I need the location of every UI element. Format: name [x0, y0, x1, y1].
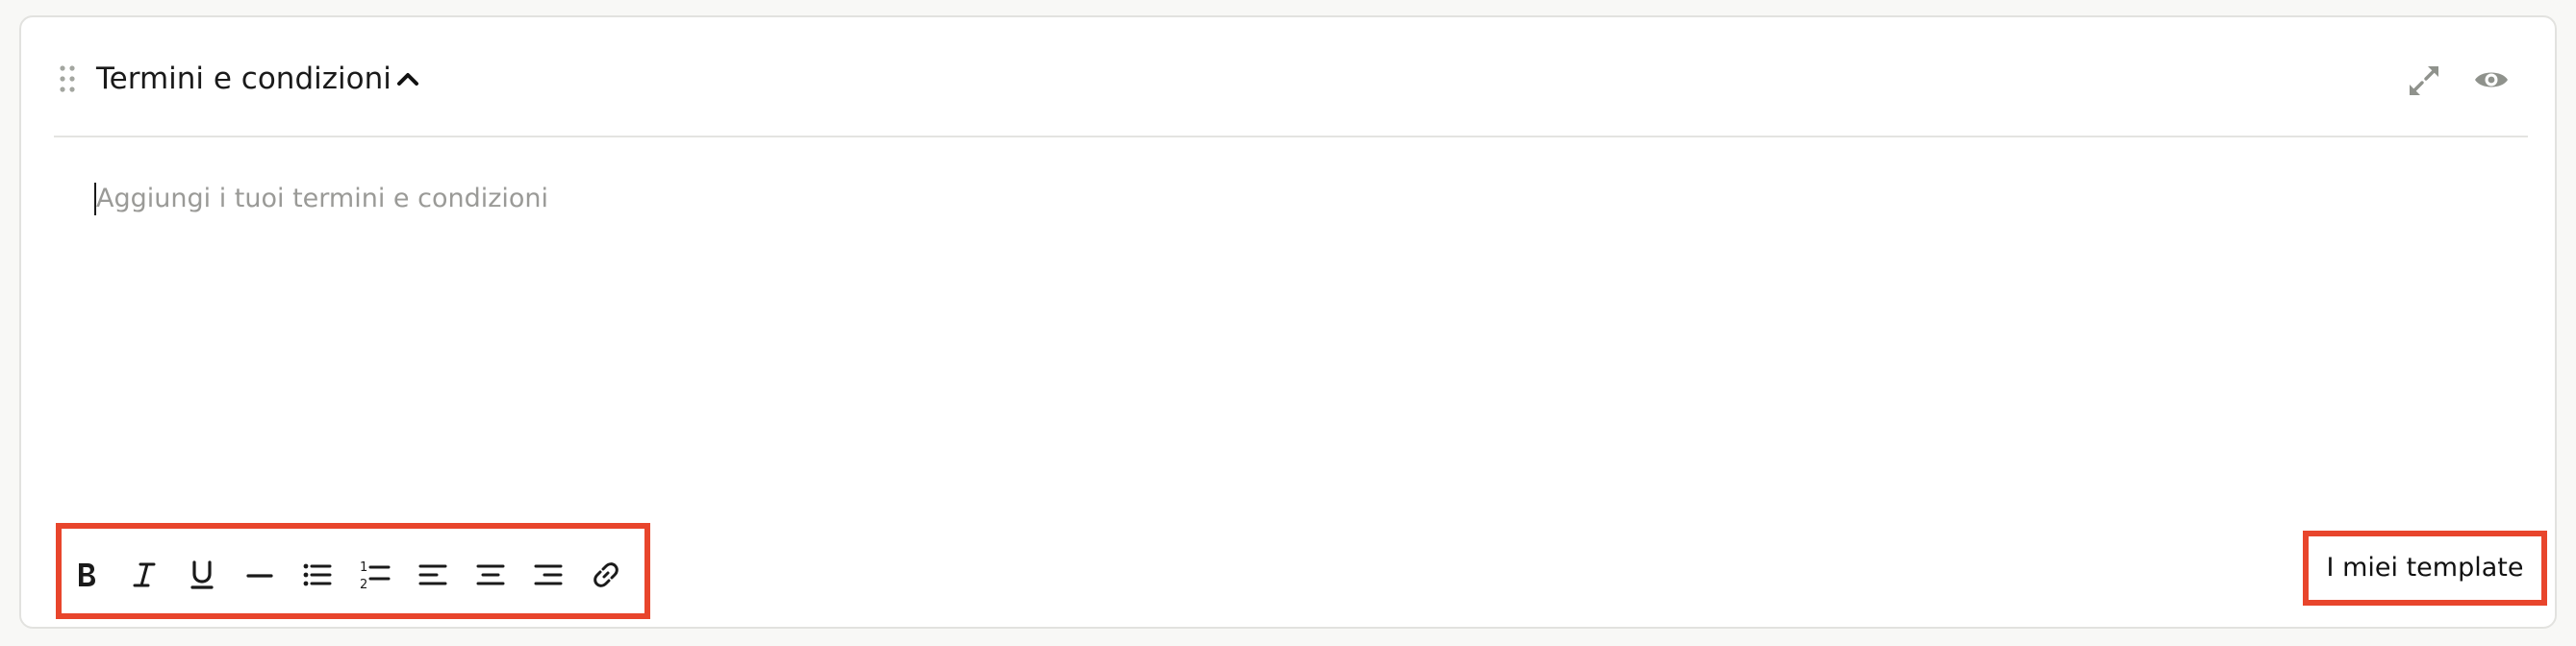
- eye-icon[interactable]: [2472, 63, 2511, 96]
- svg-text:2: 2: [360, 578, 367, 592]
- drag-handle-icon[interactable]: [60, 65, 75, 92]
- underline-icon[interactable]: [183, 556, 221, 594]
- horizontal-rule-icon[interactable]: [240, 556, 279, 594]
- bullet-list-icon[interactable]: [298, 556, 337, 594]
- section-header: Termini e condizioni: [21, 17, 2555, 137]
- my-templates-button[interactable]: I miei template: [2303, 531, 2547, 606]
- align-left-icon[interactable]: [414, 556, 452, 594]
- editor-placeholder: Aggiungi i tuoi termini e condizioni: [96, 184, 549, 213]
- numbered-list-icon[interactable]: 1 2: [356, 556, 394, 594]
- terms-section-card: Termini e condizioni Aggiungi i tuoi ter…: [19, 15, 2557, 629]
- chevron-up-icon[interactable]: [394, 67, 421, 90]
- italic-icon[interactable]: [125, 556, 164, 594]
- align-center-icon[interactable]: [471, 556, 510, 594]
- bold-icon[interactable]: [67, 556, 106, 594]
- terms-editor[interactable]: Aggiungi i tuoi termini e condizioni: [54, 152, 2528, 517]
- svg-text:1: 1: [360, 560, 367, 575]
- expand-icon[interactable]: [2407, 63, 2441, 98]
- formatting-toolbar: 1 2: [56, 523, 650, 619]
- link-icon[interactable]: [587, 556, 625, 594]
- align-right-icon[interactable]: [529, 556, 568, 594]
- header-divider: [54, 136, 2528, 137]
- section-title: Termini e condizioni: [96, 62, 391, 96]
